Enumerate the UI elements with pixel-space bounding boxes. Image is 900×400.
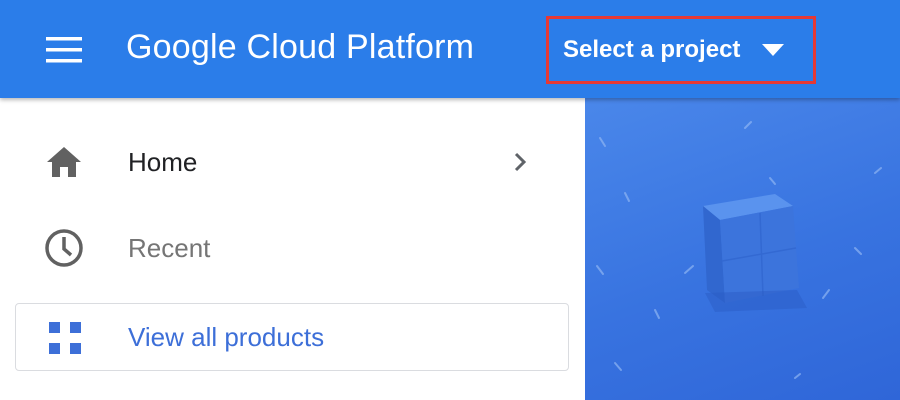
welcome-illustration (585, 98, 900, 400)
view-all-products-button[interactable]: View all products (15, 303, 569, 371)
navigation-sidebar: Home Recent View all products (0, 98, 585, 400)
view-all-products-label: View all products (128, 321, 325, 352)
clock-icon (44, 228, 84, 268)
hamburger-menu-icon (46, 37, 82, 63)
sidebar-item-label: Home (128, 146, 198, 177)
top-app-bar: Google Cloud Platform Select a project (0, 0, 900, 98)
sidebar-item-home[interactable]: Home (0, 132, 570, 192)
app-title: Google Cloud Platform (126, 28, 475, 66)
select-project-button[interactable]: Select a project (546, 16, 816, 84)
home-icon (44, 142, 84, 182)
grid-icon (48, 321, 82, 360)
sidebar-item-label: Recent (128, 232, 211, 263)
project-selector-label: Select a project (563, 36, 741, 63)
chevron-right-icon (506, 148, 534, 181)
sidebar-item-recent[interactable]: Recent (0, 218, 570, 278)
cube-illustration (596, 121, 882, 379)
main-menu-button[interactable] (40, 30, 88, 70)
caret-down-icon (762, 44, 785, 56)
